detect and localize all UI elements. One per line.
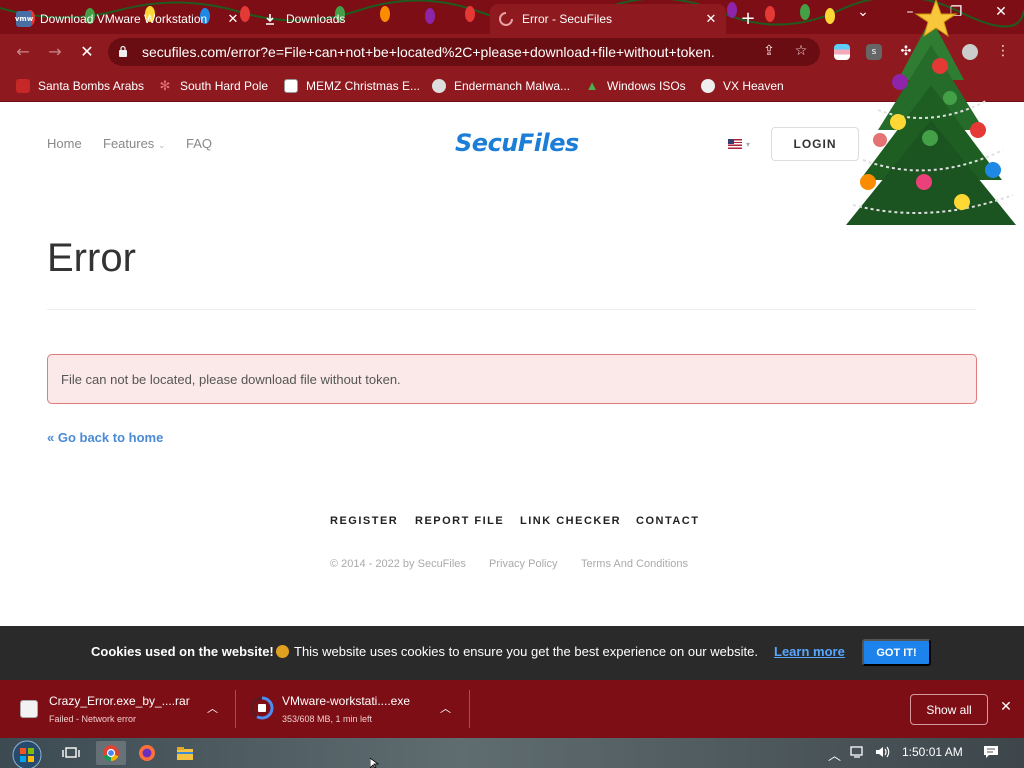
cookie-icon — [276, 645, 289, 658]
bookmark-label: Endermanch Malwa... — [454, 79, 571, 93]
bookmark-santa-bombs-arabs[interactable]: Santa Bombs Arabs — [16, 76, 144, 96]
windows-start-button[interactable] — [8, 738, 46, 768]
download-filename: Crazy_Error.exe_by_....rar — [49, 694, 190, 708]
taskbar: ︿ 1:50:01 AM — [0, 738, 1024, 768]
bookmark-south-hard-pole[interactable]: ✻ South Hard Pole — [158, 76, 269, 96]
chevron-up-icon[interactable]: ︿ — [440, 700, 451, 716]
download-status: Failed - Network error — [49, 714, 137, 724]
site-logo[interactable]: SecuFiles — [455, 129, 579, 157]
error-alert: File can not be located, please download… — [47, 354, 977, 404]
footer-copyright: © 2014 - 2022 by SecuFiles — [330, 558, 466, 570]
download-icon — [262, 11, 278, 27]
chrome-taskbar-icon[interactable] — [96, 741, 126, 765]
network-icon[interactable] — [850, 745, 866, 763]
url-text[interactable]: secufiles.com/error?e=File+can+not+be+lo… — [142, 44, 820, 60]
footer-terms-link[interactable]: Terms And Conditions — [581, 558, 688, 570]
bookmark-star-icon[interactable]: ☆ — [792, 43, 810, 61]
vmware-icon: vmw — [15, 11, 33, 27]
tab-downloads[interactable]: Downloads — [254, 4, 484, 34]
bookmark-windows-isos[interactable]: ▲ Windows ISOs — [585, 76, 686, 96]
nav-home-link[interactable]: Home — [47, 136, 82, 151]
firefox-taskbar-icon[interactable] — [132, 741, 162, 765]
chevron-down-icon: ⌄ — [157, 140, 166, 150]
bookmark-label: VX Heaven — [723, 79, 784, 93]
show-all-downloads-button[interactable]: Show all — [910, 694, 988, 725]
got-it-button[interactable]: GOT IT! — [862, 639, 931, 666]
footer-contact-link[interactable]: CONTACT — [636, 515, 699, 527]
close-download-bar-icon[interactable]: ✕ — [998, 698, 1014, 715]
page-title: Error — [47, 236, 136, 280]
bookmark-label: Windows ISOs — [607, 79, 686, 93]
mouse-cursor-icon — [370, 758, 380, 768]
skull-icon — [432, 79, 446, 93]
footer-report-file-link[interactable]: REPORT FILE — [415, 515, 504, 527]
bookmark-label: MEMZ Christmas E... — [306, 79, 421, 93]
cookie-banner-title: Cookies used on the website! — [91, 644, 274, 659]
download-item-crazy-error[interactable]: Crazy_Error.exe_by_....rar Failed - Netw… — [0, 680, 234, 738]
vmware-installer-icon — [250, 696, 274, 720]
cookie-banner-text: This website uses cookies to ensure you … — [294, 644, 758, 659]
footer-link-checker-link[interactable]: LINK CHECKER — [520, 515, 621, 527]
action-center-icon[interactable] — [983, 745, 999, 763]
tab-title: Error - SecuFiles — [522, 12, 613, 26]
close-icon[interactable]: ✕ — [702, 12, 720, 27]
us-flag-icon — [728, 139, 742, 149]
volume-icon[interactable] — [874, 745, 890, 763]
winrar-icon — [20, 700, 38, 718]
file-explorer-taskbar-icon[interactable] — [170, 741, 200, 765]
learn-more-link[interactable]: Learn more — [774, 644, 845, 659]
nav-features-link[interactable]: Features ⌄ — [103, 136, 165, 151]
bookmark-endermanch-malware[interactable]: Endermanch Malwa... — [432, 76, 570, 96]
forward-arrow-icon[interactable]: → — [44, 42, 66, 62]
loading-spinner-icon — [498, 11, 514, 27]
bookmark-label: South Hard Pole — [180, 79, 269, 93]
download-item-vmware[interactable]: VMware-workstati....exe 353/608 MB, 1 mi… — [236, 680, 468, 738]
nav-faq-link[interactable]: FAQ — [186, 136, 212, 151]
bookmark-memz-christmas[interactable]: MEMZ Christmas E... — [284, 76, 420, 96]
close-icon[interactable]: ✕ — [224, 12, 242, 27]
stop-loading-icon[interactable]: ✕ — [76, 42, 98, 62]
language-selector[interactable]: ▾ — [728, 137, 754, 151]
taskbar-clock[interactable]: 1:50:01 AM — [902, 745, 963, 759]
chevron-up-icon[interactable]: ︿ — [207, 700, 218, 716]
lock-icon — [118, 45, 132, 60]
download-bar: Crazy_Error.exe_by_....rar Failed - Netw… — [0, 680, 1024, 738]
task-view-icon[interactable] — [56, 741, 86, 765]
footer-register-link[interactable]: REGISTER — [330, 515, 398, 527]
bookmark-vx-heaven[interactable]: VX Heaven — [701, 76, 784, 96]
bookmark-label: Santa Bombs Arabs — [38, 79, 145, 93]
back-arrow-icon[interactable]: ← — [12, 42, 34, 62]
show-hidden-icons-chevron-icon[interactable]: ︿ — [828, 745, 841, 764]
footer-privacy-link[interactable]: Privacy Policy — [489, 558, 557, 570]
tab-vmware[interactable]: vmw Download VMware Workstation ✕ — [8, 4, 248, 34]
virus-icon — [701, 79, 715, 93]
download-filename: VMware-workstati....exe — [282, 694, 411, 708]
download-status: 353/608 MB, 1 min left — [282, 714, 373, 724]
share-icon[interactable]: ⇪ — [760, 43, 778, 61]
tab-title: Downloads — [286, 12, 346, 26]
santa-icon — [16, 79, 30, 93]
chevron-down-icon: ▾ — [746, 139, 751, 149]
tree-icon: ▲ — [585, 78, 599, 93]
divider — [47, 309, 976, 310]
tab-error-secufiles[interactable]: Error - SecuFiles ✕ — [490, 4, 726, 34]
address-bar[interactable]: secufiles.com/error?e=File+can+not+be+lo… — [108, 38, 820, 66]
divider — [469, 690, 470, 728]
snowflake-icon: ✻ — [159, 78, 171, 93]
tab-title: Download VMware Workstation — [40, 12, 208, 26]
new-tab-button[interactable]: + — [738, 8, 758, 29]
christmas-tree-decoration — [846, 0, 1016, 225]
nav-features-label: Features — [103, 136, 155, 151]
error-alert-message: File can not be located, please download… — [61, 371, 401, 387]
cookie-banner: Cookies used on the website! This websit… — [0, 626, 1024, 680]
go-back-home-link[interactable]: « Go back to home — [47, 430, 163, 445]
memz-icon — [284, 79, 298, 93]
